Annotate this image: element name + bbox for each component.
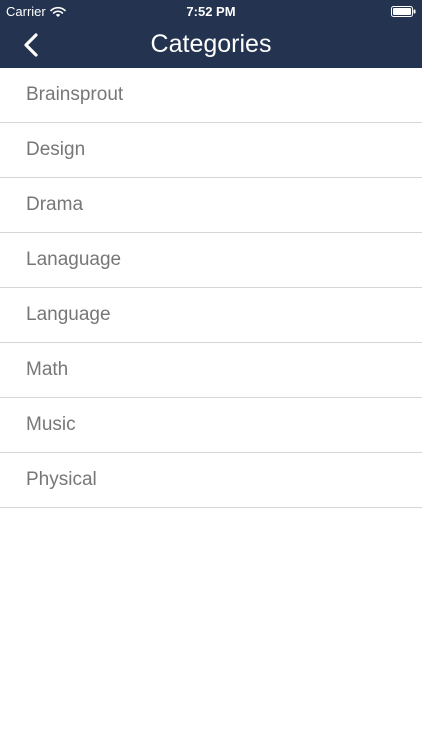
categories-list: Brainsprout Design Drama Lanaguage Langu… — [0, 68, 422, 508]
category-item-brainsprout[interactable]: Brainsprout — [0, 68, 422, 123]
status-time: 7:52 PM — [186, 4, 236, 19]
category-item-design[interactable]: Design — [0, 123, 422, 178]
app-header: Carrier 7:52 PM Categories — [0, 0, 422, 68]
navigation-bar: Categories — [0, 22, 422, 68]
category-label: Language — [26, 304, 111, 325]
category-item-music[interactable]: Music — [0, 398, 422, 453]
category-label: Math — [26, 359, 69, 380]
battery-icon — [391, 5, 416, 17]
category-label: Physical — [26, 469, 97, 490]
category-item-math[interactable]: Math — [0, 343, 422, 398]
category-label: Music — [26, 414, 76, 435]
category-item-language[interactable]: Language — [0, 288, 422, 343]
category-label: Drama — [26, 194, 84, 215]
category-item-drama[interactable]: Drama — [0, 178, 422, 233]
category-label: Brainsprout — [26, 84, 124, 105]
category-item-lanaguage[interactable]: Lanaguage — [0, 233, 422, 288]
category-item-physical[interactable]: Physical — [0, 453, 422, 508]
category-label: Lanaguage — [26, 249, 122, 270]
category-label: Design — [26, 139, 86, 160]
page-title: Categories — [150, 30, 272, 58]
status-bar: Carrier 7:52 PM — [0, 0, 422, 22]
